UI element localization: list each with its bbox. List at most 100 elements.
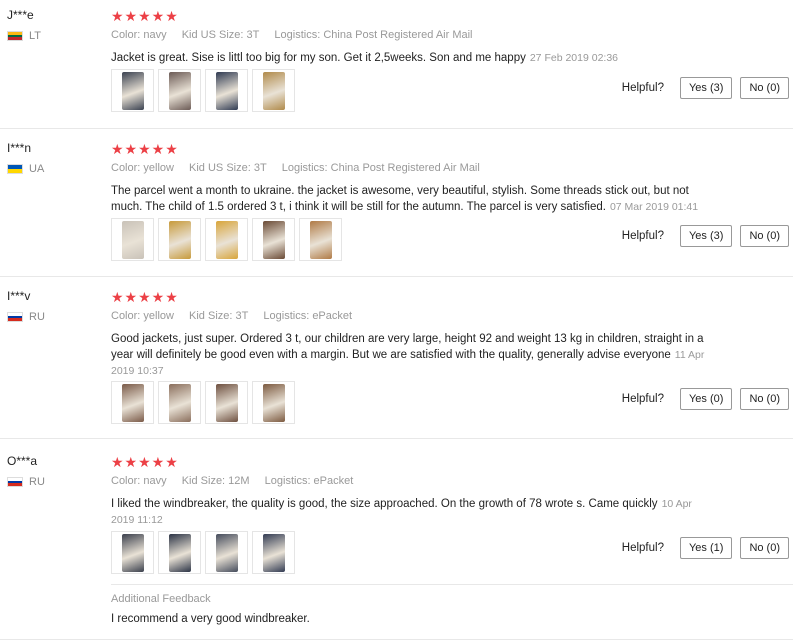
review-photo-thumbnail[interactable] xyxy=(299,218,342,261)
review-body: Good jackets, just super. Ordered 3 t, o… xyxy=(111,333,704,361)
review-text: I liked the windbreaker, the quality is … xyxy=(111,496,711,528)
reviewer-info: I***n UA xyxy=(7,141,44,175)
attr-size: Kid US Size: 3T xyxy=(189,162,267,174)
helpful-voting: Helpful? Yes (3) No (0) xyxy=(622,77,789,99)
country-code: RU xyxy=(29,311,45,323)
reviewer-name: J***e xyxy=(7,8,34,22)
attr-logistics: Logistics: ePacket xyxy=(263,310,353,322)
rating-stars: ★★★★★ xyxy=(111,289,179,305)
attr-size: Kid Size: 3T xyxy=(189,310,249,322)
country-flag-icon xyxy=(7,164,23,174)
attr-color: Color: navy xyxy=(111,475,167,487)
reviewer-info: O***a RU xyxy=(7,454,45,488)
rating-stars: ★★★★★ xyxy=(111,141,179,157)
review-date: 07 Mar 2019 01:41 xyxy=(609,201,699,213)
rating-stars: ★★★★★ xyxy=(111,8,179,24)
helpful-yes-button[interactable]: Yes (0) xyxy=(679,388,733,410)
review-photo-thumbnail[interactable] xyxy=(158,381,201,424)
helpful-yes-button[interactable]: Yes (3) xyxy=(679,225,733,247)
helpful-voting: Helpful? Yes (0) No (0) xyxy=(622,388,789,410)
review-photo-thumbnail[interactable] xyxy=(205,531,248,574)
helpful-label: Helpful? xyxy=(621,393,664,405)
review-body: The parcel went a month to ukraine. the … xyxy=(111,185,689,213)
review-photo-thumbnail[interactable] xyxy=(205,381,248,424)
additional-feedback-divider xyxy=(111,584,793,585)
country-code: UA xyxy=(29,163,45,175)
attr-size: Kid Size: 12M xyxy=(181,475,250,487)
additional-feedback-title: Additional Feedback xyxy=(111,593,211,605)
attr-color: Color: navy xyxy=(111,29,167,41)
attr-logistics: Logistics: ePacket xyxy=(264,475,354,487)
reviewer-name: I***n xyxy=(7,141,32,155)
review-photos xyxy=(111,218,346,261)
helpful-no-button[interactable]: No (0) xyxy=(740,225,789,247)
review-photo-thumbnail[interactable] xyxy=(158,69,201,112)
review-divider xyxy=(0,438,793,439)
review-divider xyxy=(0,276,793,277)
country-flag-icon xyxy=(7,31,23,41)
review-content: ★★★★★ Color: navy Kid Size: 12M Logistic… xyxy=(111,454,791,528)
review-photo-thumbnail[interactable] xyxy=(158,218,201,261)
review-photo-thumbnail[interactable] xyxy=(111,381,154,424)
review-photo-thumbnail[interactable] xyxy=(205,69,248,112)
reviewer-name: O***a xyxy=(7,454,38,468)
review-divider xyxy=(0,639,793,640)
review-body: Jacket is great. Sise is littl too big f… xyxy=(111,52,526,64)
review-item: O***a RU ★★★★★ Color: navy Kid Size: 12M… xyxy=(0,440,800,644)
review-item: J***e LT ★★★★★ Color: navy Kid US Size: … xyxy=(0,0,800,130)
review-photos xyxy=(111,381,299,424)
reviewer-country: LT xyxy=(7,30,41,42)
helpful-yes-button[interactable]: Yes (3) xyxy=(679,77,733,99)
rating-stars: ★★★★★ xyxy=(111,454,179,470)
country-code: RU xyxy=(29,476,45,488)
additional-feedback-text: I recommend a very good windbreaker. xyxy=(111,613,310,625)
attr-color: Color: yellow xyxy=(111,310,174,322)
review-item: I***v RU ★★★★★ Color: yellow Kid Size: 3… xyxy=(0,278,800,440)
review-photo-thumbnail[interactable] xyxy=(252,381,295,424)
country-flag-icon xyxy=(7,477,23,487)
review-photo-thumbnail[interactable] xyxy=(111,69,154,112)
review-body: I liked the windbreaker, the quality is … xyxy=(111,498,658,510)
reviewer-country: RU xyxy=(7,476,45,488)
attr-size: Kid US Size: 3T xyxy=(181,29,260,41)
review-photos xyxy=(111,69,299,112)
review-content: ★★★★★ Color: navy Kid US Size: 3T Logist… xyxy=(111,8,791,66)
review-content: ★★★★★ Color: yellow Kid US Size: 3T Logi… xyxy=(111,141,791,215)
attr-color: Color: yellow xyxy=(111,162,174,174)
helpful-no-button[interactable]: No (0) xyxy=(740,77,789,99)
attr-logistics: Logistics: China Post Registered Air Mai… xyxy=(274,29,473,41)
order-attributes: Color: navy Kid US Size: 3T Logistics: C… xyxy=(111,28,791,42)
review-photo-thumbnail[interactable] xyxy=(158,531,201,574)
order-attributes: Color: yellow Kid Size: 3T Logistics: eP… xyxy=(111,309,791,323)
country-code: LT xyxy=(29,30,42,42)
review-photo-thumbnail[interactable] xyxy=(111,218,154,261)
review-divider xyxy=(0,128,793,129)
review-photo-thumbnail[interactable] xyxy=(252,218,295,261)
reviewer-info: I***v RU xyxy=(7,289,45,323)
reviewer-country: RU xyxy=(7,311,45,323)
helpful-label: Helpful? xyxy=(621,82,664,94)
helpful-voting: Helpful? Yes (3) No (0) xyxy=(622,225,789,247)
review-text: Good jackets, just super. Ordered 3 t, o… xyxy=(111,331,711,379)
review-photo-thumbnail[interactable] xyxy=(205,218,248,261)
reviewer-name: I***v xyxy=(7,289,31,303)
reviewer-info: J***e LT xyxy=(7,8,41,42)
helpful-no-button[interactable]: No (0) xyxy=(740,537,789,559)
helpful-voting: Helpful? Yes (1) No (0) xyxy=(622,537,789,559)
helpful-yes-button[interactable]: Yes (1) xyxy=(679,537,733,559)
review-photo-thumbnail[interactable] xyxy=(111,531,154,574)
attr-logistics: Logistics: China Post Registered Air Mai… xyxy=(281,162,480,174)
review-date: 27 Feb 2019 02:36 xyxy=(529,52,619,64)
helpful-no-button[interactable]: No (0) xyxy=(740,388,789,410)
review-text: The parcel went a month to ukraine. the … xyxy=(111,183,711,215)
review-content: ★★★★★ Color: yellow Kid Size: 3T Logisti… xyxy=(111,289,791,379)
review-photo-thumbnail[interactable] xyxy=(252,69,295,112)
country-flag-icon xyxy=(7,312,23,322)
helpful-label: Helpful? xyxy=(621,230,664,242)
reviewer-country: UA xyxy=(7,163,44,175)
review-text: Jacket is great. Sise is littl too big f… xyxy=(111,50,711,66)
review-photos xyxy=(111,531,299,574)
order-attributes: Color: yellow Kid US Size: 3T Logistics:… xyxy=(111,161,791,175)
review-item: I***n UA ★★★★★ Color: yellow Kid US Size… xyxy=(0,130,800,278)
review-photo-thumbnail[interactable] xyxy=(252,531,295,574)
